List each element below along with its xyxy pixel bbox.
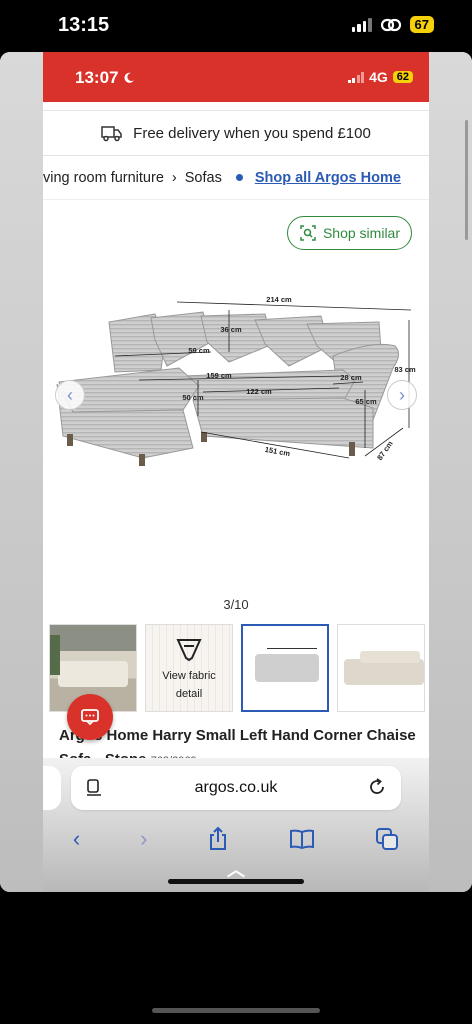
inner-signal-icon bbox=[347, 71, 365, 83]
wifi-link-icon bbox=[380, 18, 401, 31]
outer-battery: 67 bbox=[409, 16, 434, 33]
outer-home-indicator bbox=[152, 1008, 320, 1013]
inner-status-bar: 13:07 4G 62 bbox=[43, 52, 429, 102]
thumbnail-dimensions[interactable] bbox=[241, 624, 329, 712]
tabs-icon[interactable] bbox=[375, 827, 399, 851]
moon-icon bbox=[124, 72, 135, 83]
cell-signal-icon bbox=[351, 17, 372, 32]
back-button[interactable]: ‹ bbox=[73, 826, 80, 852]
van-icon bbox=[101, 126, 122, 142]
inner-home-indicator bbox=[168, 879, 304, 884]
thumb-plant bbox=[50, 635, 60, 675]
scrollbar[interactable] bbox=[465, 120, 468, 240]
inner-battery: 62 bbox=[392, 71, 413, 83]
gallery-pager: 3/10 bbox=[223, 597, 249, 612]
safari-toolbar: ‹ › bbox=[43, 824, 429, 854]
dim-depth-label: 87 cm bbox=[375, 439, 395, 462]
breadcrumb-chevron-icon: › bbox=[171, 169, 177, 186]
thumbnail-view-fabric-detail[interactable]: View fabric detail bbox=[145, 624, 233, 712]
shop-similar-button[interactable]: Shop similar bbox=[286, 216, 412, 250]
inner-clock: 13:07 bbox=[75, 68, 135, 88]
delivery-banner[interactable]: Free delivery when you spend £100 bbox=[43, 110, 429, 156]
product-image-gallery[interactable]: Shop similar 214 cm 36 cm 59 cm 159 cm 1… bbox=[43, 200, 429, 612]
dim-seat-width-label: 122 cm bbox=[246, 387, 272, 396]
breadcrumb-dot bbox=[235, 174, 243, 181]
gallery-prev-button[interactable]: ‹ bbox=[55, 380, 85, 410]
forward-button[interactable]: › bbox=[140, 826, 147, 852]
dim-arm-height-label: 65 cm bbox=[355, 397, 377, 406]
chat-icon bbox=[81, 709, 99, 726]
previous-tab-stub[interactable] bbox=[43, 766, 61, 810]
inner-clock-text: 13:07 bbox=[75, 68, 119, 87]
delivery-text: Free delivery when you spend £100 bbox=[133, 124, 371, 142]
dim-arm-width-label: 28 cm bbox=[340, 373, 362, 382]
phone-screen: 13:07 4G 62 Free delivery when you spend… bbox=[43, 52, 429, 892]
network-label: 4G bbox=[369, 69, 388, 85]
fabric-line2: detail bbox=[175, 688, 203, 700]
screenshot-card: 13:07 4G 62 Free delivery when you spend… bbox=[0, 52, 472, 892]
dim-back-height-label: 36 cm bbox=[220, 325, 242, 334]
chat-button[interactable] bbox=[67, 694, 113, 740]
thumb-front-back bbox=[360, 651, 420, 663]
breadcrumb-sofas[interactable]: Sofas bbox=[185, 170, 222, 186]
shop-all-argos-home-link[interactable]: Shop all Argos Home bbox=[255, 170, 401, 186]
card-edge-left bbox=[0, 52, 43, 892]
url-text: argos.co.uk bbox=[194, 779, 278, 796]
thumb-sofa-shape bbox=[58, 661, 128, 687]
visual-search-icon bbox=[300, 225, 316, 241]
bookmarks-icon[interactable] bbox=[289, 828, 315, 850]
chevron-right-icon: › bbox=[399, 384, 405, 405]
safari-bottom-bar: argos.co.uk ‹ › ︿ bbox=[43, 758, 429, 892]
reload-icon[interactable] bbox=[367, 777, 387, 797]
dim-seat-height-label: 50 cm bbox=[182, 393, 204, 402]
fabric-line1: View fabric bbox=[162, 670, 216, 682]
dim-width-label: 214 cm bbox=[266, 295, 292, 304]
reader-icon[interactable] bbox=[85, 778, 103, 798]
thumb-dim-line bbox=[267, 648, 317, 649]
outer-clock: 13:15 bbox=[58, 14, 110, 36]
sofa-dimension-image: 214 cm 36 cm 59 cm 159 cm 122 cm 83 cm 2… bbox=[56, 295, 416, 466]
address-bar[interactable]: argos.co.uk bbox=[71, 766, 401, 810]
gallery-next-button[interactable]: › bbox=[387, 380, 417, 410]
thumb-dim-sofa bbox=[255, 654, 319, 682]
fabric-swatch-icon bbox=[176, 639, 202, 662]
dim-seat-depth-label: 59 cm bbox=[188, 346, 210, 355]
shop-similar-label: Shop similar bbox=[322, 225, 400, 241]
breadcrumb: ving room furniture › Sofas Shop all Arg… bbox=[43, 156, 429, 200]
outer-status-bar: 13:15 67 bbox=[0, 0, 472, 52]
chevron-left-icon: ‹ bbox=[67, 384, 73, 405]
share-icon[interactable] bbox=[207, 826, 229, 852]
dim-chaise-seat-label: 159 cm bbox=[206, 371, 232, 380]
dim-total-height-label: 83 cm bbox=[394, 365, 416, 374]
breadcrumb-living-room[interactable]: ving room furniture bbox=[43, 170, 164, 186]
thumbnail-sofa-front[interactable] bbox=[337, 624, 425, 712]
